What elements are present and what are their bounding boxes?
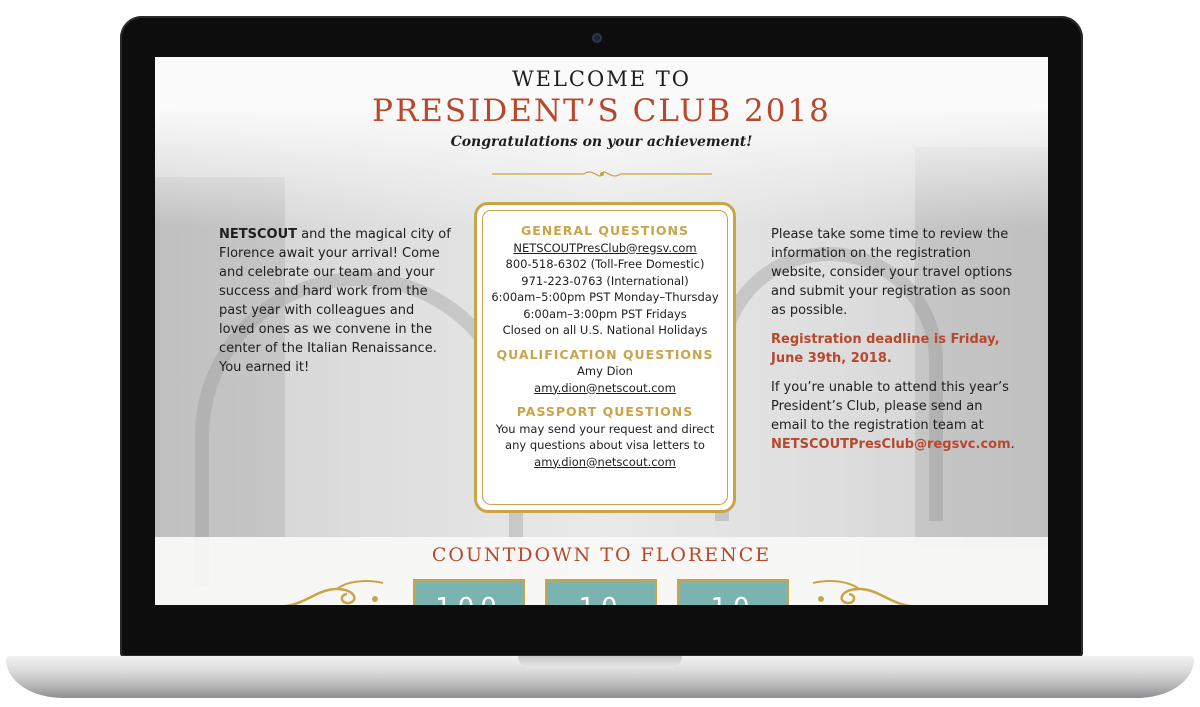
unable-text: If you’re unable to attend this year’s P… — [771, 380, 1009, 433]
divider-ornament-icon — [492, 171, 712, 177]
welcome-heading: WELCOME TO — [512, 67, 691, 91]
hours-friday: 6:00am–3:00pm PST Fridays — [523, 306, 687, 321]
scroll-ornament-left-icon — [284, 580, 384, 605]
passport-text-line-1: You may send your request and direct — [495, 421, 715, 436]
registration-intro: Please take some time to review the info… — [771, 227, 1013, 318]
countdown-hours: 10 — [545, 579, 657, 605]
qualification-questions-heading: QUALIFICATION QUESTIONS — [496, 346, 714, 362]
period: . — [1010, 437, 1015, 452]
deadline-line-1: Registration deadline is Friday, — [771, 332, 1000, 347]
registration-info: Please take some time to review the info… — [771, 225, 1021, 464]
holiday-note: Closed on all U.S. National Holidays — [502, 323, 708, 337]
registration-deadline: Registration deadline is Friday, June 39… — [771, 330, 1021, 368]
page-subtitle: Congratulations on your achievement! — [450, 134, 753, 150]
passport-email-link[interactable]: amy.dion@netscout.com — [534, 455, 676, 469]
qualification-email-link[interactable]: amy.dion@netscout.com — [534, 381, 676, 395]
phone-international: 971-223-0763 (International) — [521, 273, 689, 288]
intro-body: and the magical city of Florence await y… — [219, 227, 451, 375]
webcam-icon — [592, 33, 602, 43]
registration-email-link[interactable]: NETSCOUTPresClub@regsvc.com — [771, 437, 1011, 452]
countdown-days: 100 — [413, 579, 525, 605]
intro-text: NETSCOUT and the magical city of Florenc… — [219, 225, 451, 377]
website-screen: WELCOME TO PRESIDENT’S CLUB 2018 Congrat… — [155, 57, 1048, 605]
qualification-contact-name: Amy Dion — [577, 364, 633, 378]
contact-card: GENERAL QUESTIONS NETSCOUTPresClub@regsv… — [474, 202, 736, 513]
scroll-ornament-right-icon — [812, 580, 912, 605]
card-content: GENERAL QUESTIONS NETSCOUTPresClub@regsv… — [477, 223, 733, 470]
brand-name: NETSCOUT — [219, 227, 298, 242]
deadline-line-2: June 39th, 2018. — [771, 351, 892, 366]
phone-domestic: 800-518-6302 (Toll-Free Domestic) — [505, 257, 705, 271]
general-questions-heading: GENERAL QUESTIONS — [520, 223, 689, 238]
countdown-minutes: 10 — [677, 579, 789, 605]
unable-to-attend: If you’re unable to attend this year’s P… — [771, 378, 1021, 454]
hours-weekday: 6:00am–5:00pm PST Monday–Thursday — [491, 290, 719, 304]
page-title: PRESIDENT’S CLUB 2018 — [372, 93, 831, 129]
passport-text-line-2: any questions about visa letters to — [505, 438, 705, 452]
countdown-title: COUNTDOWN TO FLORENCE — [431, 544, 772, 566]
general-email-link[interactable]: NETSCOUTPresClub@regsv.com — [513, 241, 696, 255]
laptop-notch — [518, 656, 682, 668]
passport-questions-heading: PASSPORT QUESTIONS — [516, 404, 694, 419]
